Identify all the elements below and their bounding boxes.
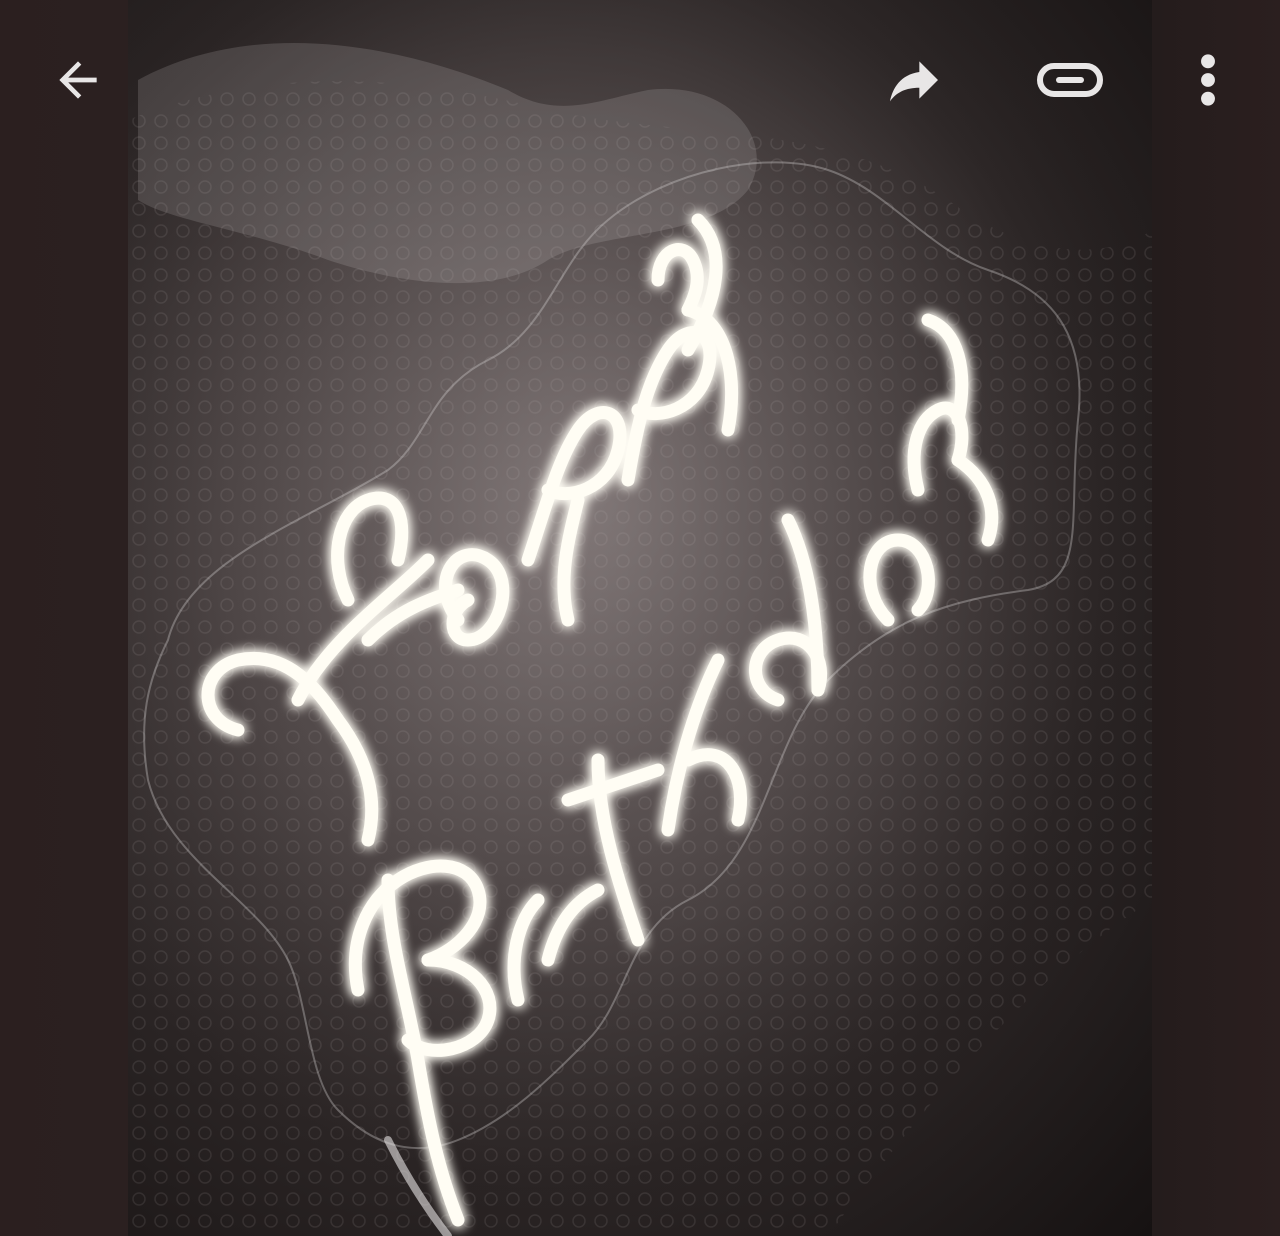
more-options-button[interactable] [1172,44,1244,116]
back-button[interactable] [42,44,114,116]
photo [128,0,1152,1236]
arrow-back-icon [59,61,97,99]
share-arrow-icon [890,61,938,102]
image-viewer [0,0,1280,1236]
link-button[interactable] [1034,44,1106,116]
link-icon [1037,63,1103,97]
share-button[interactable] [878,44,950,116]
more-vertical-icon [1201,54,1215,106]
neon-sign-photo [128,0,1152,1236]
